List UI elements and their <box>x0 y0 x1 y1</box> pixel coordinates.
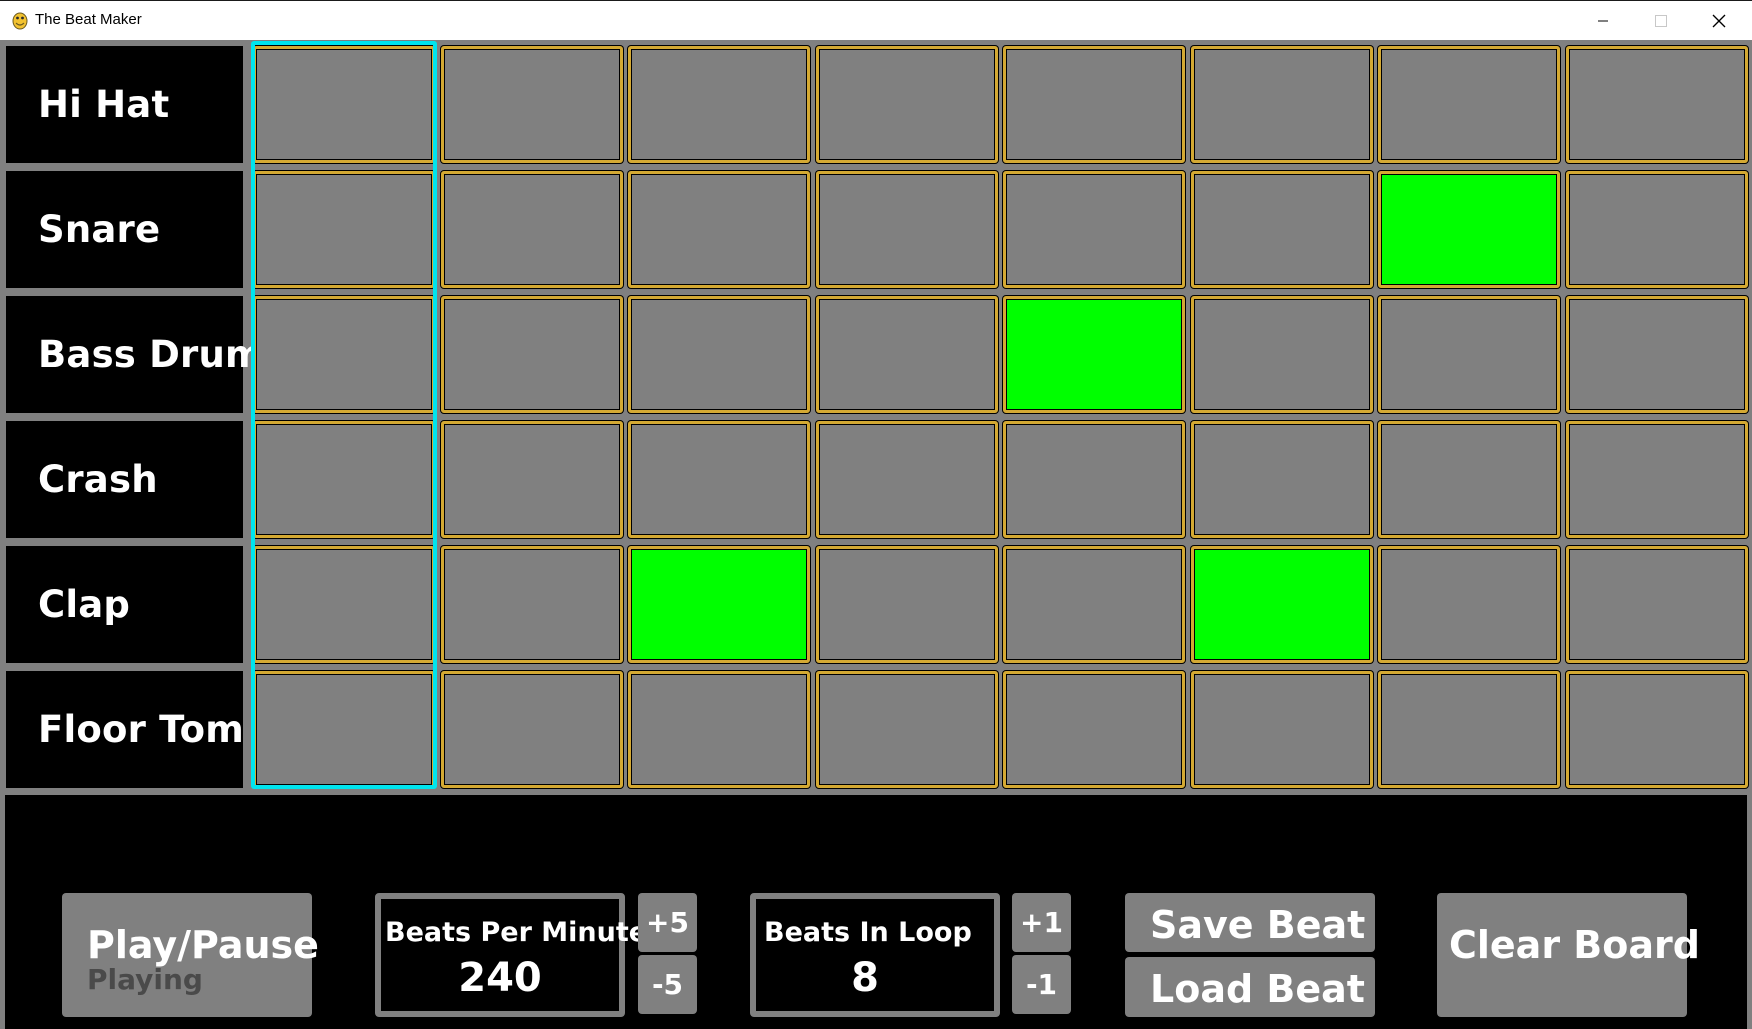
beat-cell[interactable] <box>441 46 623 163</box>
instrument-row-label[interactable]: Snare <box>6 171 243 288</box>
beat-cell[interactable] <box>1191 421 1373 538</box>
beat-cell[interactable] <box>1003 46 1185 163</box>
beat-cell[interactable] <box>1378 546 1560 663</box>
instrument-row-label[interactable]: Bass Drum <box>6 296 264 413</box>
window-title: The Beat Maker <box>35 11 142 28</box>
beat-cell-active[interactable] <box>1378 171 1560 288</box>
beat-cell[interactable] <box>1566 46 1748 163</box>
beat-cell[interactable] <box>816 546 998 663</box>
minimize-button[interactable] <box>1574 1 1632 41</box>
bpm-decrease-button[interactable]: -5 <box>638 955 697 1014</box>
playback-status: Playing <box>87 963 203 996</box>
beats-in-loop-display: Beats In Loop 8 <box>750 893 1000 1017</box>
beats-in-loop-label: Beats In Loop <box>764 917 972 948</box>
beat-cell[interactable] <box>628 171 810 288</box>
save-beat-button[interactable]: Save Beat <box>1125 893 1375 952</box>
beat-cell-active[interactable] <box>628 546 810 663</box>
beat-cell[interactable] <box>1003 546 1185 663</box>
beat-cell[interactable] <box>441 171 623 288</box>
window-titlebar[interactable]: The Beat Maker <box>0 0 1752 40</box>
instrument-name: Clap <box>38 583 131 626</box>
instrument-row-label[interactable]: Hi Hat <box>6 46 243 163</box>
beat-cell[interactable] <box>253 421 435 538</box>
instrument-name: Snare <box>38 208 161 251</box>
beat-cell[interactable] <box>1191 671 1373 788</box>
beat-cell[interactable] <box>253 46 435 163</box>
beat-cell[interactable] <box>1191 296 1373 413</box>
close-button[interactable] <box>1690 1 1748 41</box>
beat-cell[interactable] <box>441 421 623 538</box>
bpm-increase-button[interactable]: +5 <box>638 893 697 952</box>
beat-cell[interactable] <box>1378 46 1560 163</box>
sequencer-area: Hi Hat Snare Bass Drum Crash Clap Floor Tom P… <box>0 40 1752 1029</box>
beat-cell[interactable] <box>441 546 623 663</box>
beat-cell[interactable] <box>816 296 998 413</box>
beats-in-loop-value: 8 <box>851 955 879 1001</box>
beat-cell[interactable] <box>816 671 998 788</box>
bpm-display: Beats Per Minute 240 <box>375 893 648 1017</box>
load-beat-button[interactable]: Load Beat <box>1125 957 1375 1017</box>
clear-board-label: Clear Board <box>1449 923 1700 967</box>
clear-board-button[interactable]: Clear Board <box>1437 893 1700 1017</box>
beat-cell[interactable] <box>628 421 810 538</box>
save-beat-label: Save Beat <box>1150 903 1366 947</box>
beat-cell[interactable] <box>1378 421 1560 538</box>
beat-cell[interactable] <box>1566 671 1748 788</box>
beat-cell[interactable] <box>1378 296 1560 413</box>
play-pause-button[interactable]: Play/Pause Playing <box>62 893 319 1017</box>
instrument-row-label[interactable]: Crash <box>6 421 243 538</box>
beat-cell[interactable] <box>1003 671 1185 788</box>
beat-cell-active[interactable] <box>1191 546 1373 663</box>
beat-cell[interactable] <box>816 46 998 163</box>
beat-cell[interactable] <box>1566 296 1748 413</box>
close-icon <box>1712 14 1726 28</box>
beat-cell[interactable] <box>253 296 435 413</box>
instrument-name: Bass Drum <box>38 333 264 376</box>
bpm-label: Beats Per Minute <box>385 917 648 948</box>
instrument-row-label[interactable]: Floor Tom <box>6 671 245 788</box>
beat-cell[interactable] <box>628 46 810 163</box>
beat-cell[interactable] <box>441 296 623 413</box>
minimize-icon <box>1598 20 1608 22</box>
instrument-row-label[interactable]: Clap <box>6 546 243 663</box>
bpm-value: 240 <box>458 955 542 1001</box>
maximize-button[interactable] <box>1632 1 1690 41</box>
beat-cell[interactable] <box>816 421 998 538</box>
instrument-name: Floor Tom <box>38 708 245 751</box>
beat-cell[interactable] <box>628 296 810 413</box>
beat-cell[interactable] <box>1003 421 1185 538</box>
beats-decrease-button[interactable]: -1 <box>1012 955 1071 1014</box>
beat-cell[interactable] <box>253 671 435 788</box>
load-beat-label: Load Beat <box>1150 967 1365 1011</box>
beat-cell[interactable] <box>1566 421 1748 538</box>
play-pause-label: Play/Pause <box>87 923 319 967</box>
beat-cell[interactable] <box>1003 171 1185 288</box>
beat-cell[interactable] <box>253 171 435 288</box>
beat-cell[interactable] <box>253 546 435 663</box>
control-panel: Play/Pause Playing Beats Per Minute 240 … <box>5 795 1747 1029</box>
beat-cell[interactable] <box>1191 46 1373 163</box>
beat-cell-active[interactable] <box>1003 296 1185 413</box>
beats-increase-button[interactable]: +1 <box>1012 893 1071 952</box>
beat-cell[interactable] <box>1378 671 1560 788</box>
instrument-name: Hi Hat <box>38 83 170 126</box>
instrument-name: Crash <box>38 458 158 501</box>
beat-cell[interactable] <box>1191 171 1373 288</box>
beat-cell[interactable] <box>816 171 998 288</box>
maximize-icon <box>1655 15 1667 27</box>
beat-cell[interactable] <box>628 671 810 788</box>
beat-cell[interactable] <box>441 671 623 788</box>
app-icon <box>12 12 28 30</box>
beat-cell[interactable] <box>1566 171 1748 288</box>
beat-cell[interactable] <box>1566 546 1748 663</box>
